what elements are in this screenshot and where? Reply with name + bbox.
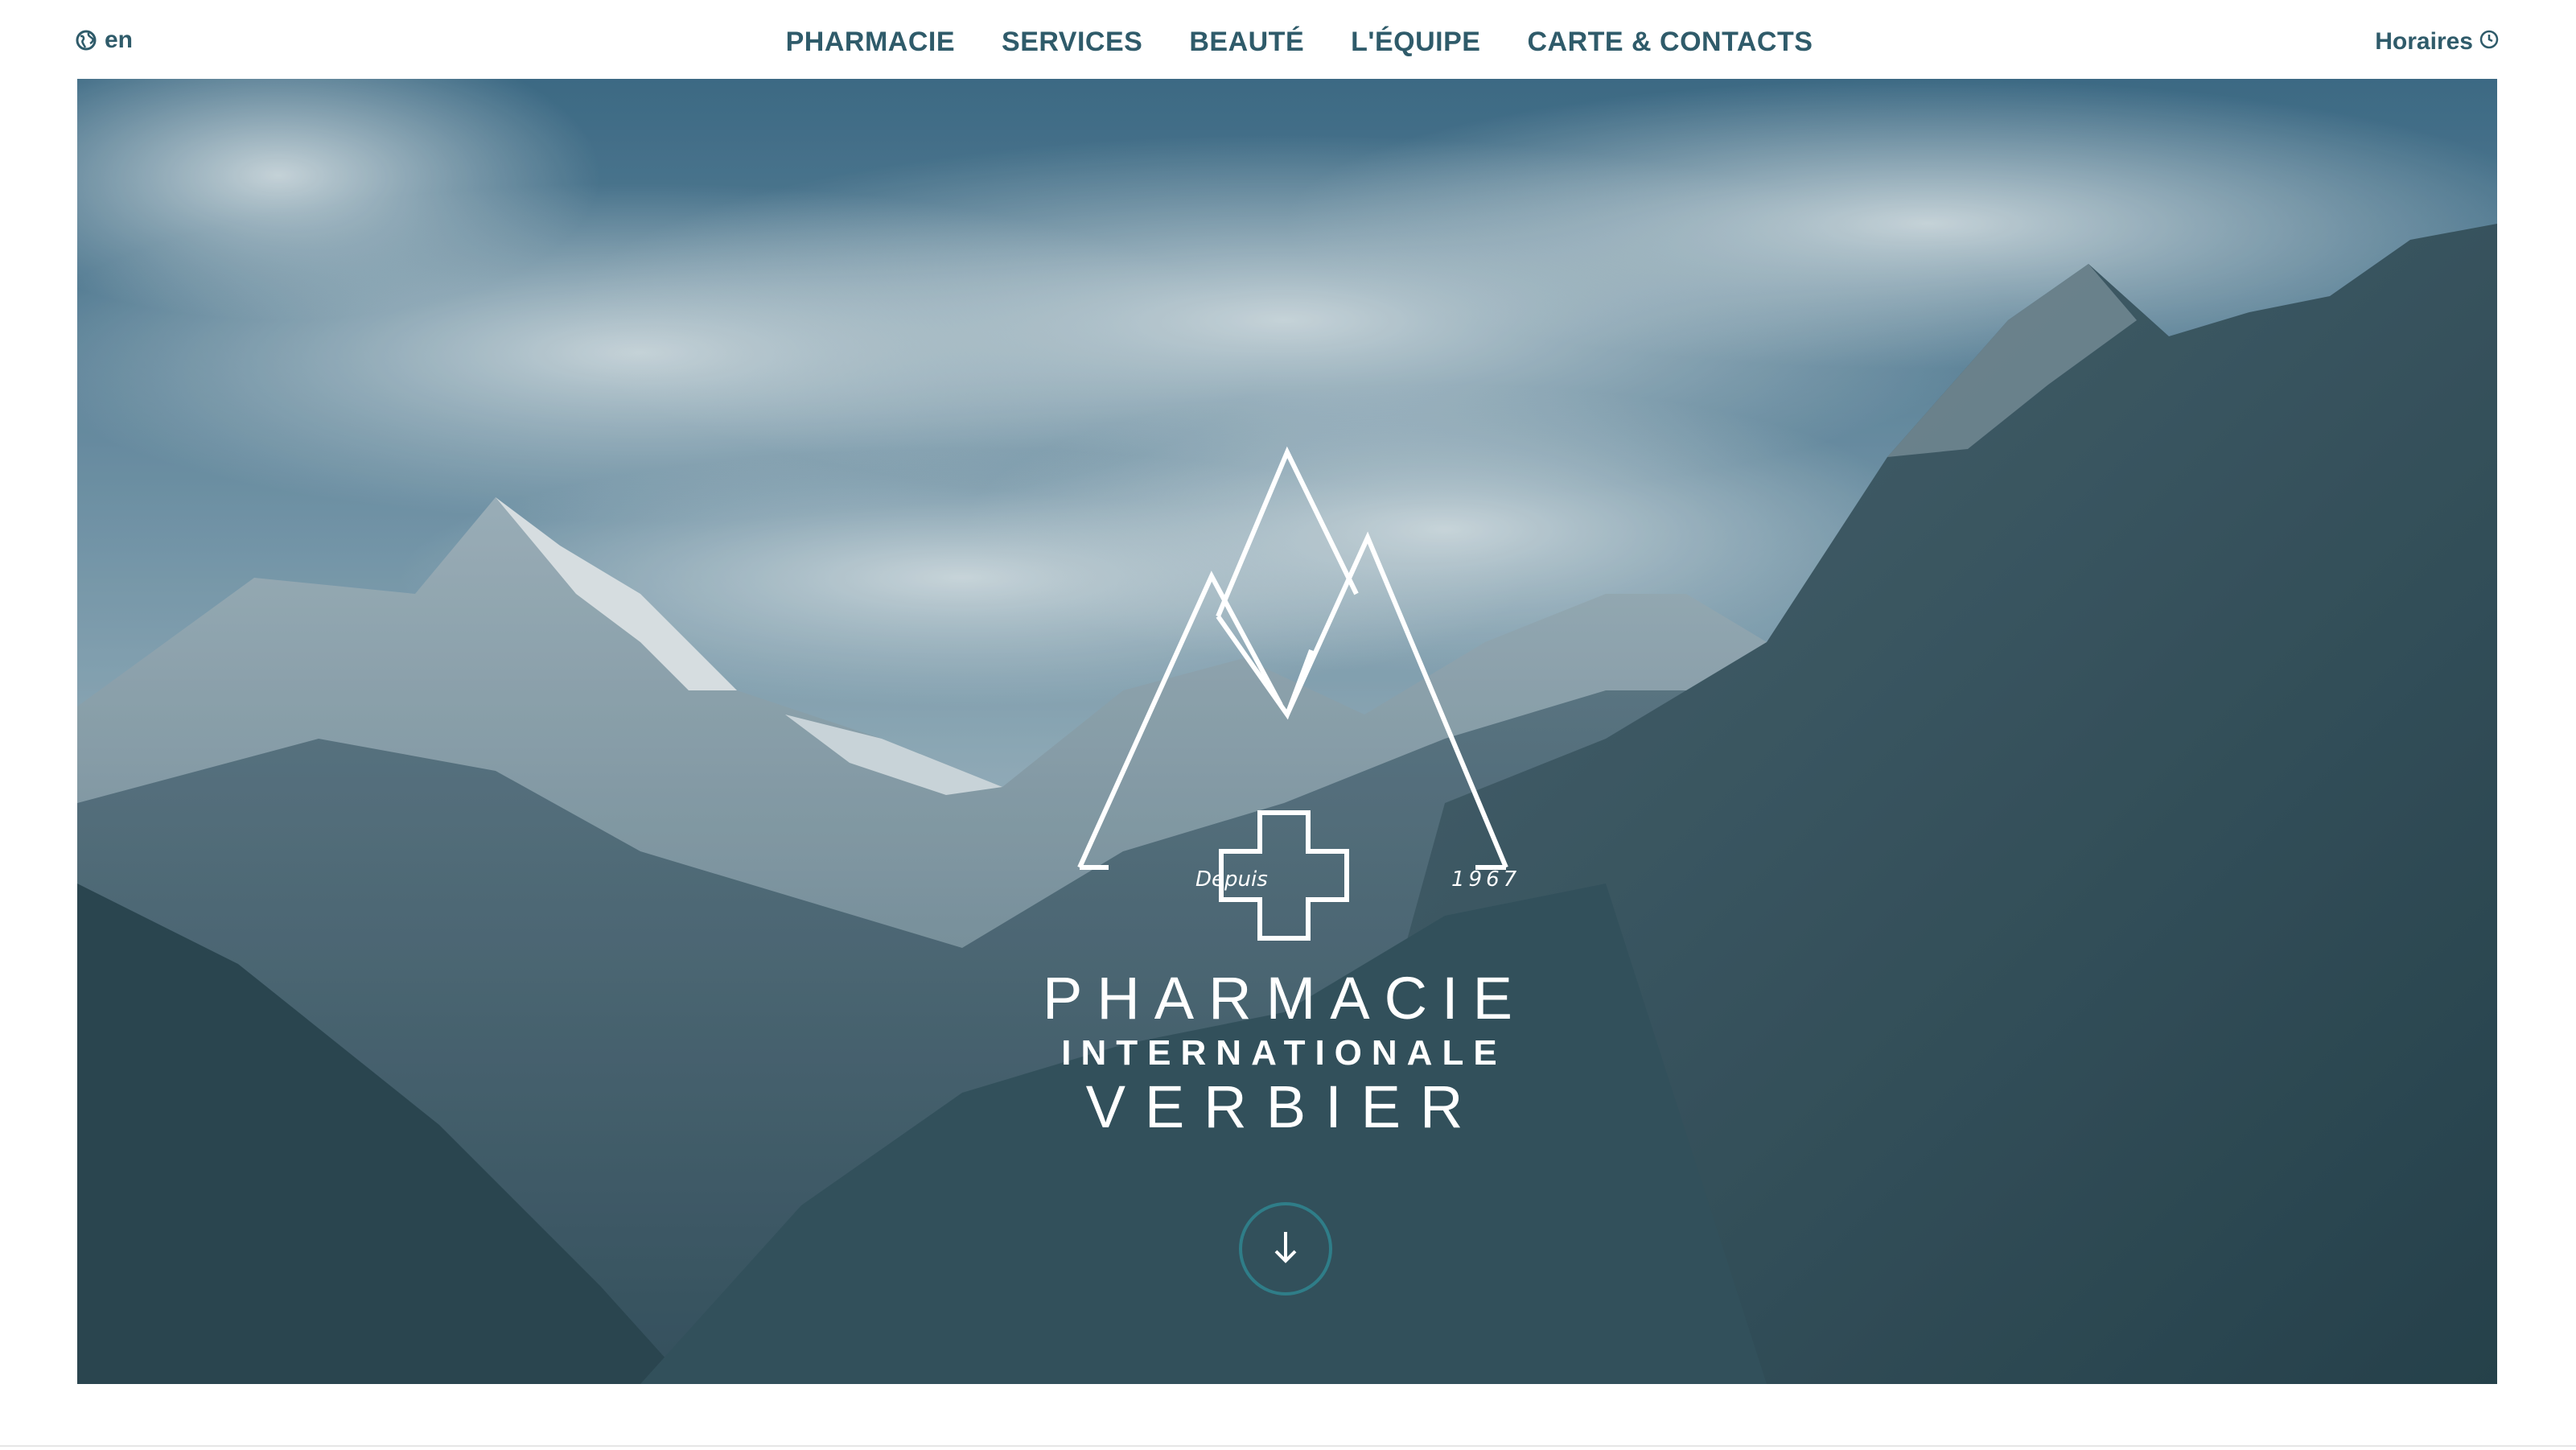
clock-icon [2479, 28, 2499, 56]
divider [0, 1445, 2576, 1447]
hours-link[interactable]: Horaires [2375, 24, 2499, 60]
hero-banner: Depuis 1967 PHARMACIE INTERNATIONALE VER… [77, 79, 2497, 1384]
nav-item-carte-contacts[interactable]: CARTE & CONTACTS [1527, 24, 1813, 60]
arrow-down-icon [1269, 1229, 1302, 1270]
scroll-down-button[interactable] [1239, 1202, 1332, 1296]
hours-label: Horaires [2375, 28, 2473, 55]
logo-line-verbier: VERBIER [1085, 1073, 1483, 1140]
nav-item-pharmacie[interactable]: PHARMACIE [786, 24, 955, 60]
nav-item-equipe[interactable]: L'ÉQUIPE [1351, 24, 1480, 60]
site-header: en PHARMACIE SERVICES BEAUTÉ L'ÉQUIPE CA… [0, 0, 2576, 79]
logo-line-internationale: INTERNATIONALE [1061, 1033, 1507, 1073]
logo-since-label: Depuis [1195, 867, 1268, 892]
nav-item-beaute[interactable]: BEAUTÉ [1189, 24, 1304, 60]
main-nav: PHARMACIE SERVICES BEAUTÉ L'ÉQUIPE CARTE… [0, 24, 2576, 60]
nav-item-services[interactable]: SERVICES [1002, 24, 1142, 60]
pharmacy-logo[interactable]: Depuis 1967 PHARMACIE INTERNATIONALE VER… [1043, 385, 1525, 1157]
logo-year: 1967 [1451, 867, 1521, 892]
logo-line-pharmacie: PHARMACIE [1043, 965, 1527, 1032]
page: en PHARMACIE SERVICES BEAUTÉ L'ÉQUIPE CA… [0, 0, 2576, 1450]
